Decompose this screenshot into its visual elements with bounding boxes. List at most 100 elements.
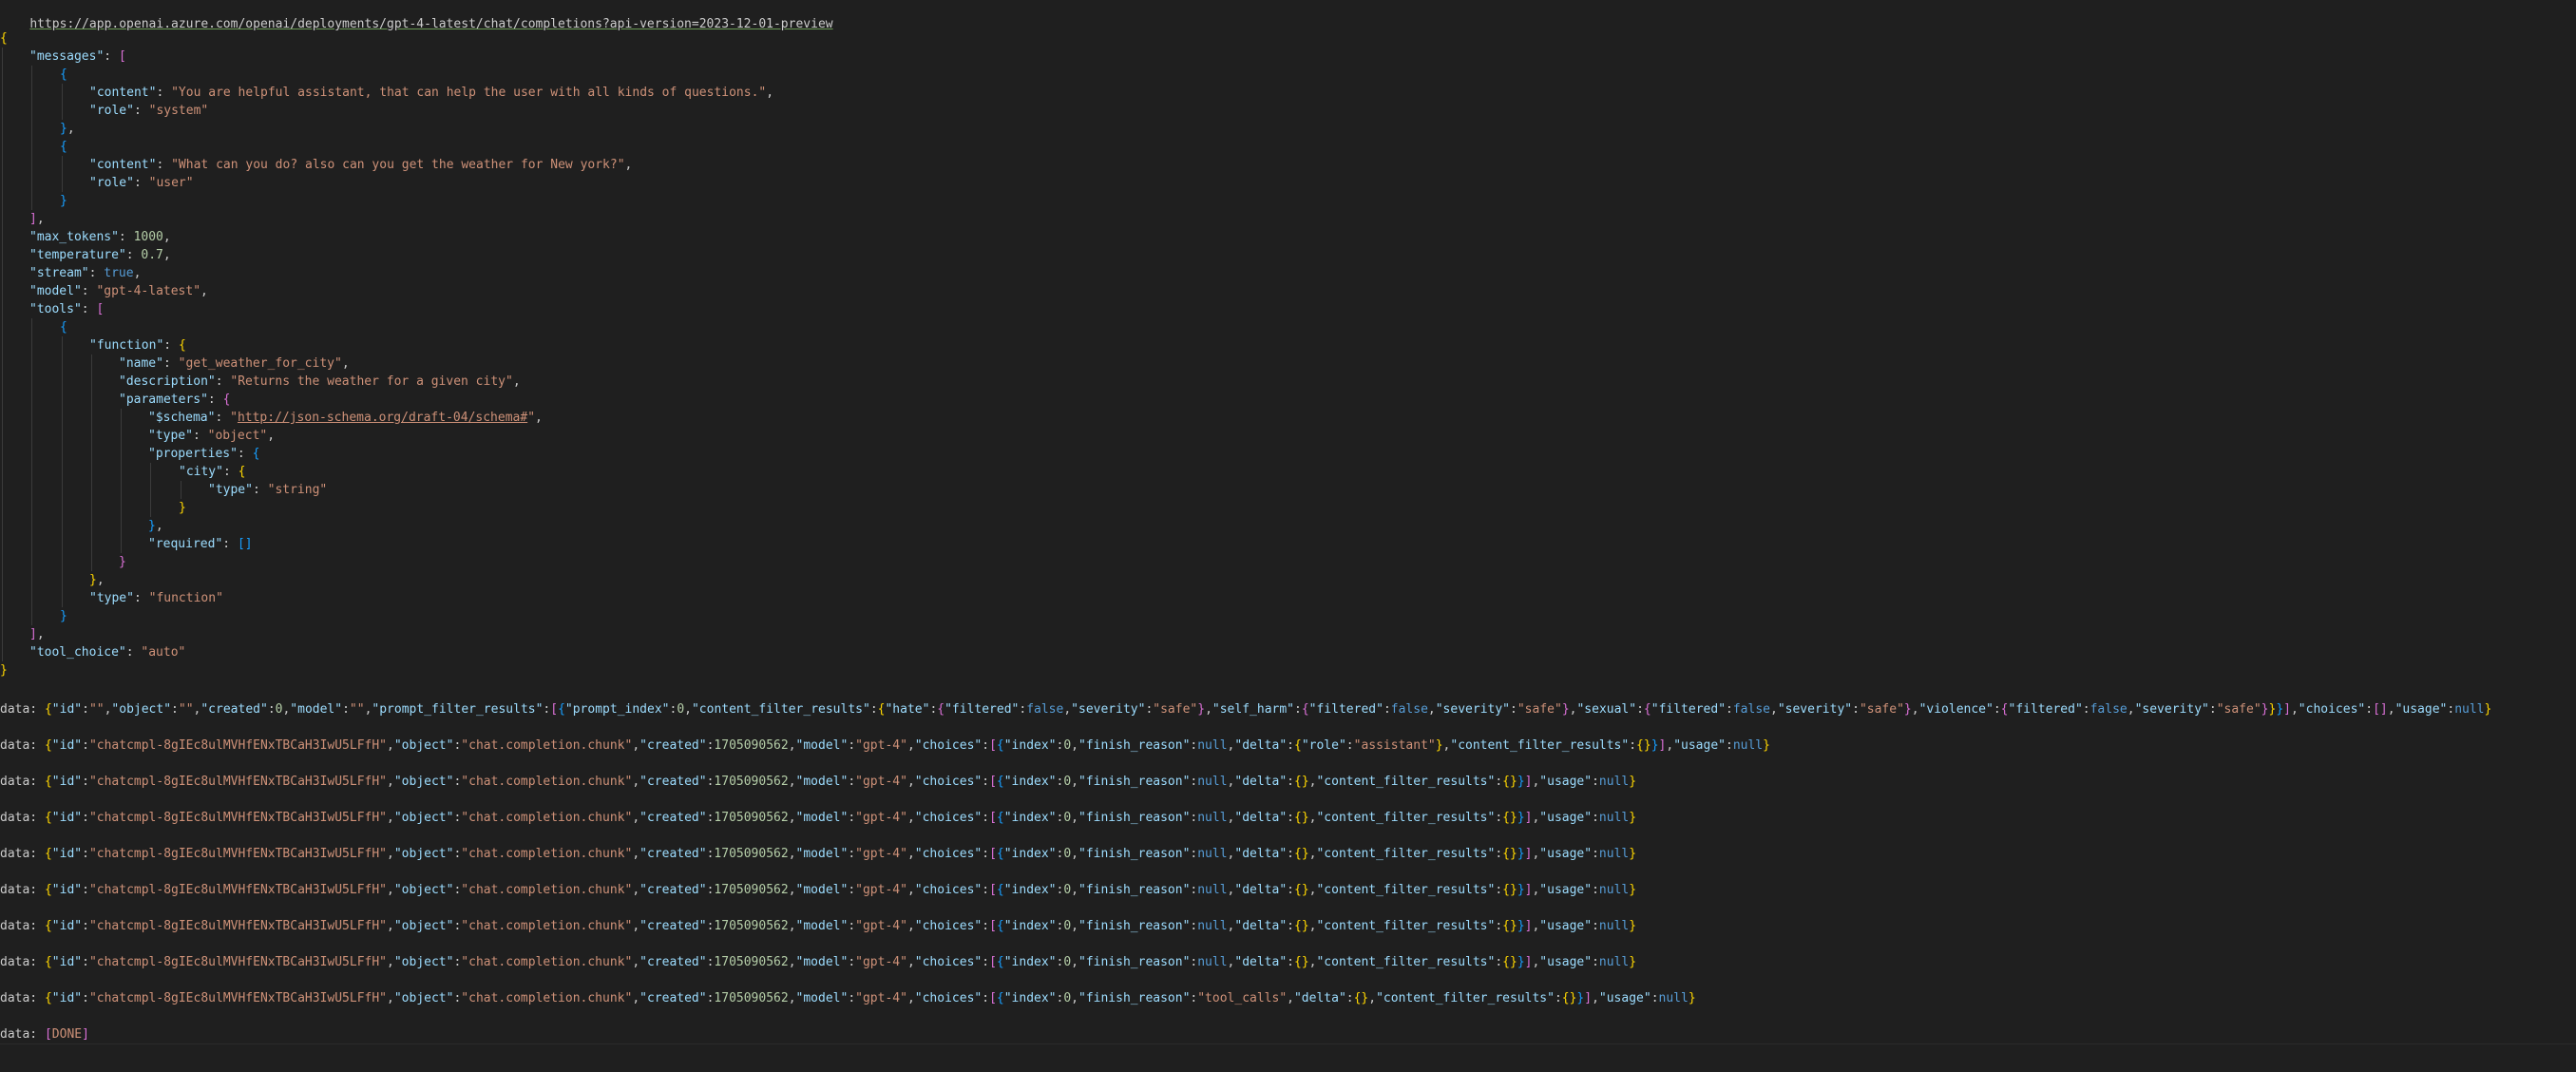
json-bracket: {}	[1502, 811, 1517, 825]
json-bracket: {	[996, 811, 1004, 825]
request-json-content: }	[0, 663, 8, 678]
json-bracket: }	[1629, 883, 1637, 897]
json-bracket: {	[996, 738, 1004, 753]
json-bracket: {	[60, 67, 67, 82]
json-punctuation: ,	[788, 955, 796, 969]
json-literal: null	[1197, 919, 1228, 933]
json-bracket: [	[989, 991, 997, 1005]
json-bracket: }	[1629, 955, 1637, 969]
request-json-content: "tools": [	[0, 302, 104, 316]
request-json-line: "description": "Returns the weather for …	[0, 373, 2576, 391]
json-bracket: {	[222, 392, 231, 407]
json-punctuation: ,	[200, 284, 208, 298]
json-key: "object"	[393, 883, 454, 897]
json-key: "id"	[51, 991, 83, 1005]
request-json-line: },	[0, 517, 2576, 535]
json-key: "type"	[208, 483, 253, 497]
json-punctuation: ,	[906, 847, 915, 861]
json-key: "type"	[148, 429, 193, 443]
json-punctuation: ,	[36, 627, 45, 641]
indent-guide	[2, 391, 3, 409]
indent-guide	[31, 445, 32, 463]
json-string: "safe"	[2216, 702, 2261, 717]
json-punctuation: :	[133, 176, 149, 190]
request-json-line: "role": "user"	[0, 174, 2576, 192]
json-key: "self_harm"	[1212, 702, 1294, 717]
request-json-content: "content": "What can you do? also can yo…	[0, 158, 632, 172]
json-key: "content"	[89, 158, 157, 172]
json-key: "finish_reason"	[1078, 847, 1191, 861]
json-bracket: [	[989, 738, 997, 753]
json-punctuation: ,	[387, 811, 394, 825]
json-punctuation: ,	[1287, 991, 1294, 1005]
json-punctuation: data:	[0, 1027, 45, 1042]
request-json-line: "tool_choice": "auto"	[0, 643, 2576, 661]
json-key: "finish_reason"	[1078, 919, 1191, 933]
json-punctuation: :	[1287, 775, 1294, 789]
json-string: "chat.completion.chunk"	[461, 955, 633, 969]
json-key: "delta"	[1234, 811, 1288, 825]
indent-guide	[121, 427, 122, 445]
json-bracket: {}	[1502, 775, 1517, 789]
json-punctuation: :	[82, 847, 89, 861]
json-string[interactable]: http://json-schema.org/draft-04/schema#	[238, 411, 527, 425]
indent-guide	[31, 553, 32, 571]
json-punctuation: :	[1495, 919, 1503, 933]
json-key: "id"	[51, 775, 83, 789]
request-json-line: }	[0, 192, 2576, 210]
json-number: 0	[1063, 775, 1072, 789]
request-json-content: "max_tokens": 1000,	[0, 230, 171, 244]
json-bracket: ]	[29, 212, 37, 226]
json-number: 1705090562	[714, 775, 789, 789]
indent-guide	[91, 391, 92, 409]
stream-event-line: data: {"id":"chatcmpl-8gIEc8ulMVHfENxTBC…	[0, 773, 2576, 791]
indent-guide	[2, 246, 3, 264]
json-bracket: }	[1517, 847, 1525, 861]
json-key: "id"	[51, 955, 83, 969]
json-string: "chat.completion.chunk"	[461, 919, 633, 933]
json-punctuation: :	[192, 429, 208, 443]
indent-guide	[62, 535, 63, 553]
json-key: "hate"	[885, 702, 930, 717]
indent-guide	[2, 481, 3, 499]
json-punctuation: :	[237, 447, 253, 461]
json-bracket: {}	[1353, 991, 1369, 1005]
json-punctuation: :	[982, 919, 990, 933]
json-key: "object"	[393, 847, 454, 861]
json-number: 0	[1063, 738, 1072, 753]
json-bracket: [	[989, 775, 997, 789]
indent-guide	[62, 84, 63, 102]
json-string: "You are helpful assistant, that can hel…	[171, 86, 767, 100]
json-key: "object"	[393, 811, 454, 825]
json-punctuation: ,	[387, 738, 394, 753]
json-key: "created"	[200, 702, 268, 717]
json-punctuation: ,	[36, 212, 45, 226]
json-punctuation: :	[1510, 702, 1517, 717]
indent-guide	[62, 354, 63, 373]
json-string: "safe"	[1859, 702, 1904, 717]
json-punctuation: :	[982, 738, 990, 753]
json-key: "content_filter_results"	[1376, 991, 1555, 1005]
json-punctuation: ,	[341, 356, 350, 371]
json-string: "chat.completion.chunk"	[461, 811, 633, 825]
json-string: "chat.completion.chunk"	[461, 991, 633, 1005]
json-punctuation: ,	[1911, 702, 1919, 717]
json-punctuation: ,	[133, 266, 142, 280]
indent-guide	[2, 625, 3, 643]
json-punctuation: :	[848, 775, 856, 789]
request-url-line: https://app.openai.azure.com/openai/depl…	[0, 0, 2576, 31]
indent-guide	[31, 391, 32, 409]
json-key: "usage"	[1539, 847, 1593, 861]
json-key: "content_filter_results"	[1316, 775, 1496, 789]
json-key: "choices"	[914, 919, 983, 933]
json-bracket: {}	[1636, 738, 1651, 753]
request-json-line: }	[0, 499, 2576, 517]
json-key: "choices"	[914, 811, 983, 825]
json-bracket: }	[60, 122, 67, 136]
json-string: "chat.completion.chunk"	[461, 847, 633, 861]
json-punctuation: :	[222, 465, 239, 479]
json-punctuation: :	[1294, 702, 1302, 717]
json-bracket: {	[44, 775, 52, 789]
json-bracket: {}	[1502, 955, 1517, 969]
json-punctuation: ,	[96, 573, 105, 587]
